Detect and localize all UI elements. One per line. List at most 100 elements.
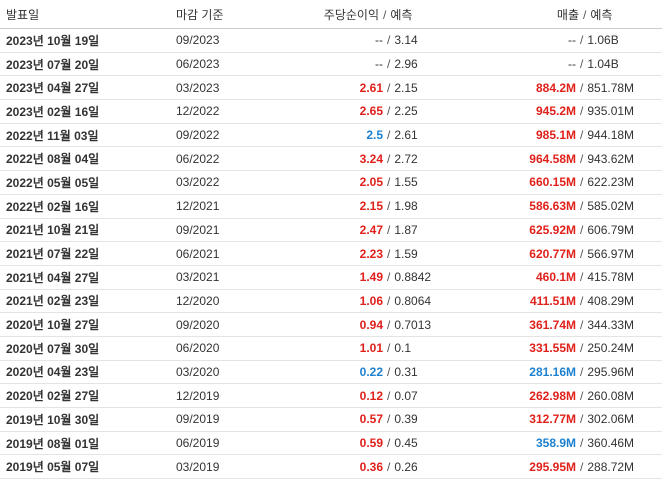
row-period: 03/2020 — [170, 360, 270, 385]
row-date: 2020년 10월 27일 — [0, 312, 170, 337]
table-row: 2021년 10월 21일 09/2021 2.47/1.87 625.92M/606… — [0, 218, 662, 243]
row-period: 03/2023 — [170, 75, 270, 101]
table-row: 2020년 02월 27일 12/2019 0.12/0.07 262.98M/260… — [0, 383, 662, 408]
revenue-estimate: 250.24M — [587, 341, 635, 356]
row-period: 09/2023 — [170, 28, 270, 53]
eps-estimate: 0.39 — [394, 412, 418, 427]
header-revenue[interactable]: 매출 / 예측 — [445, 0, 662, 29]
row-date: 2019년 08월 01일 — [0, 431, 170, 456]
row-eps: 1.01 /0.1 — [270, 336, 445, 361]
row-revenue: 964.58M /943.62M — [445, 146, 662, 172]
row-date: 2022년 05월 05일 — [0, 170, 170, 195]
revenue-actual: 262.98M — [529, 388, 576, 403]
header-period[interactable]: 마감 기준 — [170, 0, 270, 29]
eps-actual: 2.15 — [359, 199, 383, 214]
table-row: 2023년 07월 20일 06/2023 --/2.96 --/1.04B — [0, 52, 662, 77]
row-date: 2023년 02월 16일 — [0, 99, 170, 124]
header-date[interactable]: 발표일 — [0, 0, 170, 29]
eps-actual: 0.94 — [359, 317, 383, 332]
row-date: 2021년 07월 22일 — [0, 241, 170, 266]
row-date: 2020년 04월 23일 — [0, 360, 170, 385]
eps-sep: / — [387, 412, 391, 427]
revenue-estimate: 606.79M — [587, 222, 635, 237]
eps-estimate: 0.7013 — [394, 317, 432, 332]
revenue-sep: / — [580, 199, 584, 214]
revenue-sep: / — [580, 459, 584, 474]
row-date: 2020년 07월 30일 — [0, 336, 170, 361]
eps-sep: / — [387, 104, 391, 119]
table-row: 2023년 04월 27일 03/2023 2.61/2.15 884.2M/851.… — [0, 75, 662, 101]
revenue-actual: 985.1M — [535, 128, 576, 143]
header-eps[interactable]: 주당순이익 / 예측 — [270, 0, 445, 29]
eps-sep: / — [387, 459, 391, 474]
row-period: 06/2019 — [170, 431, 270, 456]
row-revenue: 620.77M /566.97M — [445, 241, 662, 266]
revenue-actual: 361.74M — [529, 317, 576, 332]
revenue-actual: 964.58M — [529, 151, 576, 166]
eps-estimate: 0.45 — [394, 436, 418, 451]
row-revenue: -- /1.04B — [445, 52, 662, 77]
row-eps: 0.22 /0.31 — [270, 360, 445, 385]
row-revenue: 460.1M /415.78M — [445, 265, 662, 290]
table-row: 2020년 10월 27일 09/2020 0.94/0.7013 361.74M/3… — [0, 312, 662, 337]
row-revenue: 331.55M /250.24M — [445, 336, 662, 361]
eps-estimate: 1.59 — [394, 246, 418, 261]
header-eps-sep: / — [383, 7, 387, 22]
revenue-estimate: 344.33M — [587, 317, 635, 332]
header-revenue-label: 매출 — [556, 7, 579, 22]
row-period: 09/2021 — [170, 218, 270, 243]
row-period: 06/2023 — [170, 52, 270, 77]
eps-actual: 1.49 — [359, 270, 383, 285]
table-row: 2021년 04월 27일 03/2021 1.49/0.8842 460.1M/41… — [0, 265, 662, 290]
row-eps: 2.15 /1.98 — [270, 194, 445, 219]
table-row: 2022년 11월 03일 09/2022 2.5/2.61 985.1M/944.1… — [0, 123, 662, 148]
eps-estimate: 2.96 — [394, 57, 418, 72]
header-eps-label: 주당순이익 — [323, 7, 379, 22]
row-date: 2022년 08월 04일 — [0, 146, 170, 172]
revenue-sep: / — [580, 436, 584, 451]
eps-actual: 0.12 — [359, 388, 383, 403]
revenue-sep: / — [580, 80, 584, 95]
row-revenue: 625.92M /606.79M — [445, 218, 662, 243]
revenue-estimate: 1.04B — [587, 57, 619, 72]
revenue-actual: 295.95M — [529, 459, 576, 474]
row-revenue: 312.77M /302.06M — [445, 407, 662, 432]
row-date: 2021년 04월 27일 — [0, 265, 170, 290]
revenue-actual: 331.55M — [529, 341, 576, 356]
row-period: 12/2022 — [170, 99, 270, 124]
earnings-table: 발표일 마감 기준 주당순이익 / 예측 매출 / 예측 2023년 10월 19일 09… — [0, 0, 662, 480]
row-eps: 3.24 /2.72 — [270, 146, 445, 172]
row-period: 06/2020 — [170, 336, 270, 361]
header-revenue-sep: / — [583, 7, 587, 22]
row-revenue: 262.98M /260.08M — [445, 383, 662, 408]
revenue-sep: / — [580, 151, 584, 166]
row-revenue: 411.51M /408.29M — [445, 289, 662, 314]
eps-actual: 2.65 — [359, 104, 383, 119]
revenue-estimate: 935.01M — [587, 104, 635, 119]
row-eps: 0.12 /0.07 — [270, 383, 445, 408]
revenue-estimate: 408.29M — [587, 293, 635, 308]
revenue-estimate: 415.78M — [587, 270, 635, 285]
row-revenue: 586.63M /585.02M — [445, 194, 662, 219]
eps-sep: / — [387, 151, 391, 166]
row-eps: 2.65 /2.25 — [270, 99, 445, 124]
row-period: 09/2022 — [170, 123, 270, 148]
eps-actual: 2.61 — [359, 80, 383, 95]
revenue-sep: / — [580, 317, 584, 332]
table-row: 2019년 10월 30일 09/2019 0.57/0.39 312.77M/302… — [0, 407, 662, 432]
revenue-estimate: 288.72M — [587, 459, 635, 474]
revenue-sep: / — [580, 364, 584, 379]
revenue-estimate: 295.96M — [587, 364, 635, 379]
eps-actual: 1.01 — [359, 341, 383, 356]
row-date: 2020년 02월 27일 — [0, 383, 170, 408]
revenue-sep: / — [580, 222, 584, 237]
row-revenue: 281.16M /295.96M — [445, 360, 662, 385]
eps-estimate: 0.31 — [394, 364, 418, 379]
row-eps: 1.49 /0.8842 — [270, 265, 445, 290]
row-period: 09/2020 — [170, 312, 270, 337]
revenue-actual: -- — [568, 57, 576, 72]
revenue-actual: 312.77M — [529, 412, 576, 427]
row-period: 03/2021 — [170, 265, 270, 290]
eps-sep: / — [387, 388, 391, 403]
table-row: 2020년 04월 23일 03/2020 0.22/0.31 281.16M/295… — [0, 360, 662, 385]
